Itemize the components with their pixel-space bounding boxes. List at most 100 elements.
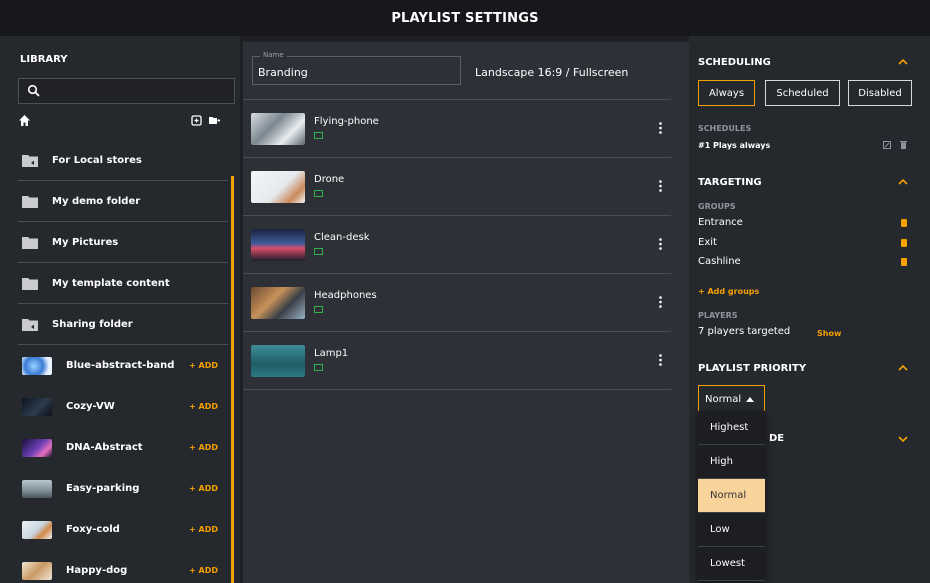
media-label: Easy-parking bbox=[66, 483, 140, 494]
add-button[interactable]: + ADD bbox=[189, 361, 218, 370]
priority-dropdown: Highest High Normal Low Lowest bbox=[698, 411, 765, 581]
show-players-link[interactable]: Show bbox=[817, 329, 841, 338]
priority-select[interactable]: Normal bbox=[698, 385, 765, 413]
players-count: 7 players targeted bbox=[698, 326, 791, 337]
priority-option-selected[interactable]: Normal bbox=[698, 479, 765, 513]
folder-item[interactable]: My Pictures bbox=[18, 222, 228, 263]
playlist-item[interactable]: Clean-desk bbox=[243, 215, 671, 273]
targeting-title: TARGETING bbox=[698, 177, 762, 188]
search-icon bbox=[27, 84, 40, 97]
folder-label: For Local stores bbox=[52, 154, 142, 166]
orientation-label: Landscape 16:9 / Fullscreen bbox=[475, 66, 629, 79]
folder-item[interactable]: My template content bbox=[18, 263, 228, 304]
media-item[interactable]: Happy-dog + ADD bbox=[18, 550, 228, 583]
library-panel: LIBRARY For Local stores My demo folder … bbox=[0, 36, 240, 583]
more-options-icon[interactable] bbox=[659, 354, 662, 366]
name-field-value: Branding bbox=[258, 66, 308, 79]
media-label: Cozy-VW bbox=[66, 401, 115, 412]
media-thumbnail bbox=[22, 479, 52, 498]
priority-option[interactable]: Low bbox=[698, 513, 765, 547]
more-options-icon[interactable] bbox=[659, 122, 662, 134]
folder-item[interactable]: My demo folder bbox=[18, 181, 228, 222]
image-status-icon bbox=[314, 190, 323, 197]
item-thumbnail bbox=[251, 113, 305, 145]
item-thumbnail bbox=[251, 171, 305, 203]
trash-icon[interactable] bbox=[901, 258, 907, 266]
media-label: Happy-dog bbox=[66, 565, 128, 576]
playlist-item[interactable]: Headphones bbox=[243, 273, 671, 331]
new-folder-icon[interactable] bbox=[208, 115, 220, 126]
library-list: For Local stores My demo folder My Pictu… bbox=[18, 140, 228, 583]
image-status-icon bbox=[314, 248, 323, 255]
caret-up-icon bbox=[746, 396, 755, 402]
groups-label: GROUPS bbox=[698, 202, 736, 211]
add-button[interactable]: + ADD bbox=[189, 484, 218, 493]
trash-icon[interactable] bbox=[901, 219, 907, 227]
media-item[interactable]: Easy-parking + ADD bbox=[18, 468, 228, 509]
schedule-item: #1 Plays always bbox=[698, 141, 771, 150]
library-scrollbar[interactable] bbox=[231, 176, 234, 583]
schedule-disabled-button[interactable]: Disabled bbox=[848, 80, 912, 106]
item-thumbnail bbox=[251, 345, 305, 377]
more-options-icon[interactable] bbox=[659, 296, 662, 308]
add-button[interactable]: + ADD bbox=[189, 402, 218, 411]
group-item: Entrance bbox=[698, 217, 743, 228]
more-options-icon[interactable] bbox=[659, 238, 662, 250]
priority-selected-value: Normal bbox=[705, 393, 742, 405]
media-item[interactable]: DNA-Abstract + ADD bbox=[18, 427, 228, 468]
priority-option[interactable]: Highest bbox=[698, 411, 765, 445]
folder-label: Sharing folder bbox=[52, 318, 133, 330]
media-thumbnail bbox=[22, 520, 52, 539]
page-title: PLAYLIST SETTINGS bbox=[391, 10, 539, 26]
media-item[interactable]: Blue-abstract-band + ADD bbox=[18, 345, 228, 386]
players-label: PLAYERS bbox=[698, 311, 738, 320]
priority-option[interactable]: High bbox=[698, 445, 765, 479]
shared-folder-icon bbox=[22, 318, 38, 331]
playlist-end-divider bbox=[243, 389, 671, 390]
add-button[interactable]: + ADD bbox=[189, 525, 218, 534]
name-field-label: Name bbox=[260, 51, 287, 59]
media-thumbnail bbox=[22, 438, 52, 457]
folder-label: My demo folder bbox=[52, 195, 141, 207]
priority-title: PLAYLIST PRIORITY bbox=[698, 363, 807, 374]
folder-icon bbox=[22, 195, 38, 208]
image-status-icon bbox=[314, 132, 323, 139]
item-title: Clean-desk bbox=[314, 232, 370, 243]
chevron-up-icon[interactable] bbox=[898, 365, 908, 371]
chevron-down-icon[interactable] bbox=[898, 436, 908, 442]
folder-label: My Pictures bbox=[52, 236, 119, 248]
folder-item[interactable]: Sharing folder bbox=[18, 304, 228, 345]
priority-option[interactable]: Lowest bbox=[698, 547, 765, 581]
chevron-up-icon[interactable] bbox=[898, 179, 908, 185]
media-item[interactable]: Foxy-cold + ADD bbox=[18, 509, 228, 550]
playlist-item[interactable]: Drone bbox=[243, 157, 671, 215]
item-title: Lamp1 bbox=[314, 348, 349, 359]
library-search-input[interactable] bbox=[18, 78, 235, 104]
trash-icon[interactable] bbox=[901, 239, 907, 247]
edit-icon[interactable] bbox=[883, 141, 891, 149]
folder-item[interactable]: For Local stores bbox=[18, 140, 228, 181]
playlist-item[interactable]: Lamp1 bbox=[243, 331, 671, 389]
item-thumbnail bbox=[251, 287, 305, 319]
media-item[interactable]: Cozy-VW + ADD bbox=[18, 386, 228, 427]
schedules-label: SCHEDULES bbox=[698, 124, 752, 133]
add-button[interactable]: + ADD bbox=[189, 443, 218, 452]
playlist-editor: Name Branding Landscape 16:9 / Fullscree… bbox=[243, 42, 689, 583]
title-bar: PLAYLIST SETTINGS bbox=[0, 0, 930, 36]
folder-icon bbox=[22, 236, 38, 249]
import-icon[interactable] bbox=[191, 115, 202, 126]
playlist-item[interactable]: Flying-phone bbox=[243, 99, 671, 157]
add-button[interactable]: + ADD bbox=[189, 566, 218, 575]
media-label: Blue-abstract-band bbox=[66, 360, 175, 371]
chevron-up-icon[interactable] bbox=[898, 59, 908, 65]
add-groups-link[interactable]: + Add groups bbox=[698, 287, 759, 296]
schedule-always-button[interactable]: Always bbox=[698, 80, 755, 106]
more-options-icon[interactable] bbox=[659, 180, 662, 192]
playlist-name-field[interactable]: Name Branding bbox=[252, 51, 461, 85]
folder-icon bbox=[22, 277, 38, 290]
playlist-items: Flying-phone Drone Clean-desk Headphones… bbox=[243, 99, 671, 390]
shared-folder-icon bbox=[22, 154, 38, 167]
home-icon[interactable] bbox=[18, 114, 31, 127]
schedule-scheduled-button[interactable]: Scheduled bbox=[765, 80, 840, 106]
delete-schedule-icon[interactable] bbox=[900, 141, 907, 149]
